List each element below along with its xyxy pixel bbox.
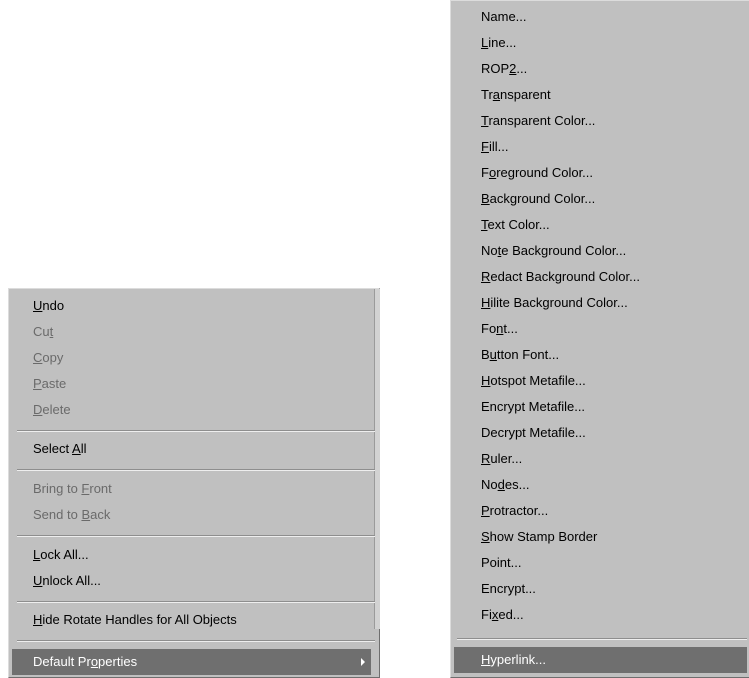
submenu-item-rop2[interactable]: ROP2... bbox=[451, 56, 749, 82]
submenu-item-hilite-background-color[interactable]: Hilite Background Color... bbox=[451, 290, 749, 316]
menu-item-bring-to-front[interactable]: Bring to Front bbox=[9, 476, 373, 502]
submenu-item-ruler[interactable]: Ruler... bbox=[451, 446, 749, 472]
menu-separator bbox=[17, 469, 375, 471]
submenu-item-transparent-color[interactable]: Transparent Color... bbox=[451, 108, 749, 134]
menu-item-copy[interactable]: Copy bbox=[9, 345, 373, 371]
submenu-item-hotspot-metafile[interactable]: Hotspot Metafile... bbox=[451, 368, 749, 394]
menu-item-cut[interactable]: Cut bbox=[9, 319, 373, 345]
menu-item-hide-rotate-handles[interactable]: Hide Rotate Handles for All Objects bbox=[9, 607, 373, 633]
submenu-item-note-background-color[interactable]: Note Background Color... bbox=[451, 238, 749, 264]
menu-separator bbox=[17, 430, 375, 432]
submenu-item-protractor[interactable]: Protractor... bbox=[451, 498, 749, 524]
submenu-item-background-color[interactable]: Background Color... bbox=[451, 186, 749, 212]
menu-separator bbox=[17, 535, 375, 537]
submenu-item-show-stamp-border[interactable]: Show Stamp Border bbox=[451, 524, 749, 550]
submenu-item-fixed[interactable]: Fixed... bbox=[451, 602, 749, 628]
menu-item-default-properties[interactable]: Default Properties bbox=[12, 649, 371, 675]
submenu-item-nodes[interactable]: Nodes... bbox=[451, 472, 749, 498]
menu-separator bbox=[17, 640, 375, 642]
submenu-item-button-font[interactable]: Button Font... bbox=[451, 342, 749, 368]
submenu-item-transparent[interactable]: Transparent bbox=[451, 82, 749, 108]
menu-separator bbox=[457, 638, 747, 640]
menu-item-paste[interactable]: Paste bbox=[9, 371, 373, 397]
submenu-arrow-icon bbox=[361, 658, 365, 666]
submenu-item-decrypt-metafile[interactable]: Decrypt Metafile... bbox=[451, 420, 749, 446]
submenu-item-font[interactable]: Font... bbox=[451, 316, 749, 342]
menu-side-strip bbox=[374, 289, 380, 629]
context-menu: Undo Cut Copy Paste Delete Select All Br… bbox=[8, 288, 380, 678]
menu-item-undo[interactable]: Undo bbox=[9, 293, 373, 319]
submenu-item-foreground-color[interactable]: Foreground Color... bbox=[451, 160, 749, 186]
submenu-item-name[interactable]: Name... bbox=[451, 4, 749, 30]
menu-item-lock-all[interactable]: Lock All... bbox=[9, 542, 373, 568]
menu-item-unlock-all[interactable]: Unlock All... bbox=[9, 568, 373, 594]
menu-separator bbox=[17, 601, 375, 603]
menu-item-select-all[interactable]: Select All bbox=[9, 436, 373, 462]
submenu-item-line[interactable]: Line... bbox=[451, 30, 749, 56]
submenu-item-fill[interactable]: Fill... bbox=[451, 134, 749, 160]
submenu-item-point[interactable]: Point... bbox=[451, 550, 749, 576]
properties-submenu: Name... Line... ROP2... Transparent Tran… bbox=[450, 0, 749, 678]
submenu-item-text-color[interactable]: Text Color... bbox=[451, 212, 749, 238]
menu-item-send-to-back[interactable]: Send to Back bbox=[9, 502, 373, 528]
submenu-item-hyperlink[interactable]: Hyperlink... bbox=[454, 647, 747, 673]
submenu-item-encrypt[interactable]: Encrypt... bbox=[451, 576, 749, 602]
submenu-item-encrypt-metafile[interactable]: Encrypt Metafile... bbox=[451, 394, 749, 420]
menu-item-delete[interactable]: Delete bbox=[9, 397, 373, 423]
submenu-item-redact-background-color[interactable]: Redact Background Color... bbox=[451, 264, 749, 290]
